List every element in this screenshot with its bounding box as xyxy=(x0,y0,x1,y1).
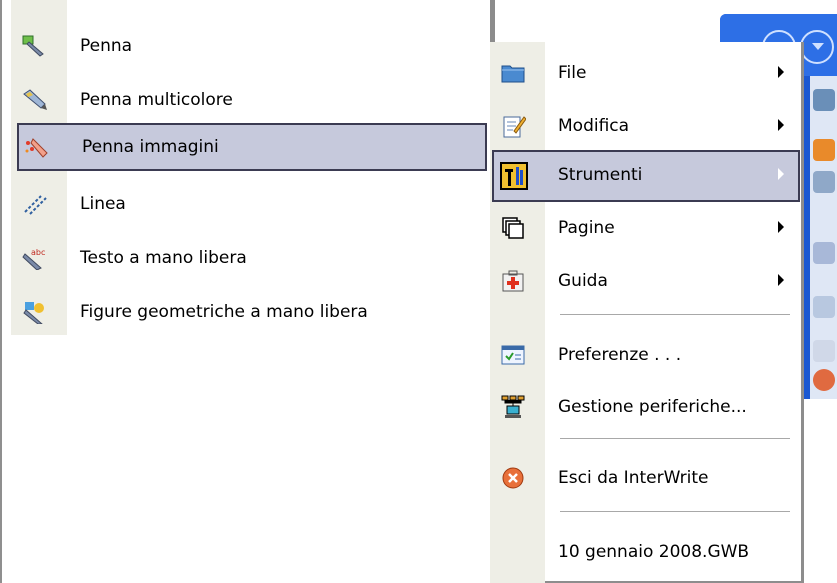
menu-item-label: Pagine xyxy=(558,218,615,238)
menu-item-guida[interactable]: Guida xyxy=(490,255,801,307)
multicolor-pen-icon xyxy=(23,89,47,110)
menu-item-label: Gestione periferiche... xyxy=(558,397,747,417)
toolbar-refresh-icon[interactable] xyxy=(813,171,835,193)
submenu-arrow-icon xyxy=(778,66,784,78)
line-icon xyxy=(24,195,47,215)
menu-item-modifica[interactable]: Modifica xyxy=(490,100,801,152)
submenu-item-linea[interactable]: Linea xyxy=(11,180,487,228)
submenu-item-label: Penna xyxy=(80,36,133,56)
devices-icon xyxy=(501,395,525,418)
menu-separator xyxy=(560,511,790,512)
toolbar-menu-button[interactable] xyxy=(800,30,834,64)
menu-item-strumenti[interactable]: Strumenti xyxy=(492,150,800,202)
submenu-item-label: Testo a mano libera xyxy=(80,248,247,268)
freehand-shapes-icon xyxy=(23,302,44,324)
menu-item-label: Modifica xyxy=(558,116,630,136)
menu-item-label: Strumenti xyxy=(558,165,643,185)
freehand-text-icon: abc xyxy=(22,248,45,270)
menu-item-label: Preferenze . . . xyxy=(558,345,682,365)
svg-text:abc: abc xyxy=(31,248,45,257)
edit-icon xyxy=(503,116,526,138)
main-menu: File Modifica Strumenti Pagine Guida Pre… xyxy=(490,42,804,583)
image-pen-icon xyxy=(25,138,48,158)
toolbar-shapes-icon[interactable] xyxy=(813,139,835,161)
menu-separator xyxy=(560,438,790,439)
submenu-item-label: Penna multicolore xyxy=(80,90,233,110)
menu-item-label: Esci da InterWrite xyxy=(558,468,709,488)
menu-item-preferenze[interactable]: Preferenze . . . xyxy=(490,329,801,381)
submenu-item-penna-multicolore[interactable]: Penna multicolore xyxy=(11,76,487,124)
submenu-item-label: Penna immagini xyxy=(82,137,219,157)
menu-separator xyxy=(560,314,790,315)
window-left-border xyxy=(0,0,2,583)
submenu-item-label: Linea xyxy=(80,194,126,214)
submenu-item-figure-geometriche[interactable]: Figure geometriche a mano libera xyxy=(11,288,487,336)
menu-item-recent-file[interactable]: 10 gennaio 2008.GWB xyxy=(490,526,801,578)
submenu-arrow-icon xyxy=(778,168,784,180)
help-kit-icon xyxy=(502,270,524,292)
menu-item-label: File xyxy=(558,63,587,83)
toolbar-back-icon[interactable] xyxy=(813,296,835,318)
submenu-arrow-icon xyxy=(778,221,784,233)
submenu-item-testo-mano-libera[interactable]: abc Testo a mano libera xyxy=(11,234,487,282)
submenu-item-label: Figure geometriche a mano libera xyxy=(80,302,368,322)
menu-item-label: 10 gennaio 2008.GWB xyxy=(558,542,750,562)
tools-submenu: Penna Penna multicolore Penna immagini L… xyxy=(11,0,495,336)
preferences-icon xyxy=(501,345,525,365)
submenu-arrow-icon xyxy=(778,274,784,286)
menu-item-esci[interactable]: Esci da InterWrite xyxy=(490,452,801,504)
folder-icon xyxy=(501,65,525,83)
exit-icon xyxy=(502,467,524,489)
submenu-arrow-icon xyxy=(778,119,784,131)
menu-item-pagine[interactable]: Pagine xyxy=(490,202,801,254)
menu-item-file[interactable]: File xyxy=(490,47,801,99)
toolbar-save-icon[interactable] xyxy=(813,340,835,362)
toolbar-exit-icon[interactable] xyxy=(813,369,835,391)
tools-icon xyxy=(500,162,528,190)
menu-item-label: Guida xyxy=(558,271,608,291)
menu-item-gestione-periferiche[interactable]: Gestione periferiche... xyxy=(490,381,801,433)
pen-icon xyxy=(22,35,44,57)
toolbar-page-icon[interactable] xyxy=(813,242,835,264)
toolbar-pen-icon[interactable] xyxy=(813,89,835,111)
pages-icon xyxy=(502,217,524,239)
submenu-item-penna-immagini[interactable]: Penna immagini xyxy=(17,123,487,171)
submenu-item-penna[interactable]: Penna xyxy=(11,22,487,70)
